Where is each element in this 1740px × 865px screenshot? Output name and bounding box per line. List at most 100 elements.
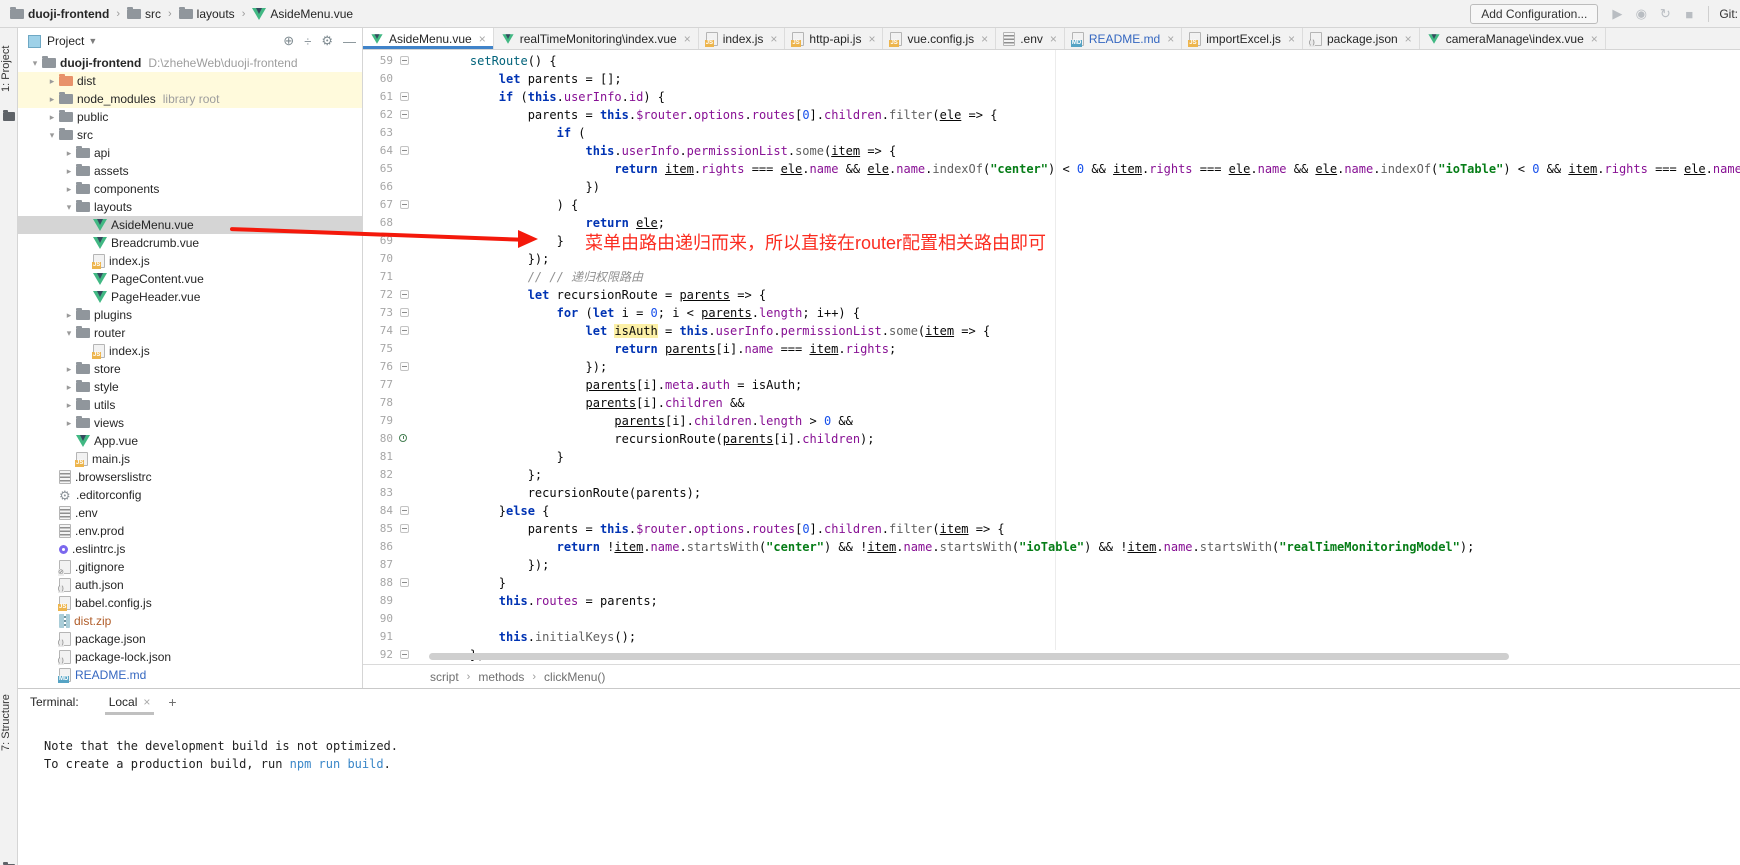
tree-item[interactable]: babel.config.js — [18, 594, 362, 612]
terminal-output[interactable]: Note that the development build is not o… — [18, 715, 1740, 773]
tree-item[interactable]: ▾router — [18, 324, 362, 342]
tree-item[interactable]: Breadcrumb.vue — [18, 234, 362, 252]
hide-panel-icon[interactable]: — — [343, 34, 356, 49]
tree-item[interactable]: index.js — [18, 342, 362, 360]
fold-toggle-icon[interactable] — [400, 506, 409, 515]
chevron-down-icon[interactable]: ▾ — [28, 58, 42, 69]
git-label[interactable]: Git: — [1719, 7, 1740, 21]
fold-toggle-icon[interactable] — [400, 146, 409, 155]
terminal-tab-local[interactable]: Local × — [105, 689, 155, 715]
tree-item[interactable]: dist.zip — [18, 612, 362, 630]
editor-tab[interactable]: AsideMenu.vue× — [363, 28, 494, 49]
settings-gear-icon[interactable]: ⚙ — [321, 33, 333, 49]
tree-item[interactable]: .gitignore — [18, 558, 362, 576]
editor-tab[interactable]: .env× — [996, 28, 1065, 49]
chevron-right-icon[interactable]: ▸ — [62, 418, 76, 429]
chevron-down-icon[interactable]: ▼ — [88, 36, 97, 46]
close-icon[interactable]: × — [1288, 32, 1295, 46]
horizontal-scrollbar[interactable] — [429, 653, 1509, 660]
chevron-down-icon[interactable]: ▾ — [62, 202, 76, 213]
tree-item[interactable]: ▸node_moduleslibrary root — [18, 90, 362, 108]
close-icon[interactable]: × — [1050, 32, 1057, 46]
chevron-right-icon[interactable]: ▸ — [62, 310, 76, 321]
tree-item[interactable]: ▾layouts — [18, 198, 362, 216]
editor-tab[interactable]: importExcel.js× — [1182, 28, 1303, 49]
editor-breadcrumb-item[interactable]: script — [428, 670, 461, 684]
chevron-right-icon[interactable]: ▸ — [62, 382, 76, 393]
run-icon[interactable]: ▶ — [1608, 6, 1626, 22]
tree-item[interactable]: ▸style — [18, 378, 362, 396]
chevron-right-icon[interactable]: ▸ — [62, 148, 76, 159]
editor-tab[interactable]: cameraManage\index.vue× — [1420, 28, 1606, 49]
fold-toggle-icon[interactable] — [400, 200, 409, 209]
fold-toggle-icon[interactable] — [400, 308, 409, 317]
collapse-all-icon[interactable]: ÷ — [304, 34, 311, 49]
locate-icon[interactable]: ⊕ — [283, 33, 294, 49]
chevron-right-icon[interactable]: ▸ — [62, 364, 76, 375]
tree-item[interactable]: ▸assets — [18, 162, 362, 180]
tree-item[interactable]: auth.json — [18, 576, 362, 594]
editor-tab[interactable]: realTimeMonitoring\index.vue× — [494, 28, 699, 49]
fold-toggle-icon[interactable] — [400, 110, 409, 119]
tree-item[interactable]: .env — [18, 504, 362, 522]
close-icon[interactable]: × — [1167, 32, 1174, 46]
tree-item[interactable]: PageContent.vue — [18, 270, 362, 288]
tree-item[interactable]: App.vue — [18, 432, 362, 450]
close-icon[interactable]: × — [479, 32, 486, 46]
tree-item[interactable]: package-lock.json — [18, 648, 362, 666]
tree-item[interactable]: ▸public — [18, 108, 362, 126]
fold-toggle-icon[interactable] — [400, 650, 409, 659]
project-toolwindow-button[interactable]: 1: Project — [0, 34, 18, 104]
fold-toggle-icon[interactable] — [400, 290, 409, 299]
chevron-right-icon[interactable]: ▸ — [45, 94, 59, 105]
tree-item[interactable]: README.md — [18, 666, 362, 684]
add-configuration-button[interactable]: Add Configuration... — [1470, 4, 1598, 24]
tree-item[interactable]: package.json — [18, 630, 362, 648]
tree-item[interactable]: .env.prod — [18, 522, 362, 540]
fold-toggle-icon[interactable] — [400, 56, 409, 65]
chevron-down-icon[interactable]: ▾ — [62, 328, 76, 339]
close-icon[interactable]: × — [770, 32, 777, 46]
tree-item[interactable]: PageHeader.vue — [18, 288, 362, 306]
tree-item[interactable]: ⚙.editorconfig — [18, 486, 362, 504]
fold-toggle-icon[interactable] — [400, 524, 409, 533]
tree-item[interactable]: ▸store — [18, 360, 362, 378]
tree-item[interactable]: index.js — [18, 252, 362, 270]
tree-item[interactable]: ▾src — [18, 126, 362, 144]
fold-toggle-icon[interactable] — [400, 92, 409, 101]
close-icon[interactable]: × — [981, 32, 988, 46]
close-icon[interactable]: × — [868, 32, 875, 46]
close-icon[interactable]: × — [1405, 32, 1412, 46]
tree-item[interactable]: ▸plugins — [18, 306, 362, 324]
fold-toggle-icon[interactable] — [400, 362, 409, 371]
stop-icon[interactable]: ■ — [1680, 7, 1698, 22]
close-icon[interactable]: × — [1591, 32, 1598, 46]
fold-toggle-icon[interactable] — [400, 326, 409, 335]
chevron-down-icon[interactable]: ▾ — [45, 130, 59, 141]
chevron-right-icon[interactable]: ▸ — [62, 400, 76, 411]
close-icon[interactable]: × — [143, 695, 150, 709]
new-terminal-button[interactable]: + — [168, 694, 176, 710]
tree-item[interactable]: ▸utils — [18, 396, 362, 414]
editor-tab[interactable]: index.js× — [699, 28, 786, 49]
chevron-right-icon[interactable]: ▸ — [62, 166, 76, 177]
editor-breadcrumb-item[interactable]: methods — [476, 670, 526, 684]
tree-item[interactable]: ▸dist — [18, 72, 362, 90]
fold-toggle-icon[interactable] — [400, 578, 409, 587]
tree-item[interactable]: ▸components — [18, 180, 362, 198]
breadcrumb-item[interactable]: src — [125, 7, 163, 21]
rerun-icon[interactable]: ↻ — [1656, 6, 1674, 22]
project-view-title[interactable]: Project — [47, 34, 84, 48]
tree-item[interactable]: ▸api — [18, 144, 362, 162]
tree-item[interactable]: main.js — [18, 450, 362, 468]
structure-toolwindow-button[interactable]: 7: Structure — [0, 668, 18, 778]
close-icon[interactable]: × — [684, 32, 691, 46]
editor-tab[interactable]: vue.config.js× — [883, 28, 996, 49]
code-editor[interactable]: 59 setRoute() {60 let parents = [];61 if… — [363, 50, 1740, 664]
chevron-right-icon[interactable]: ▸ — [45, 76, 59, 87]
breadcrumb-item[interactable]: AsideMenu.vue — [250, 7, 355, 21]
tree-item[interactable]: ▾duoji-frontendD:\zheheWeb\duoji-fronten… — [18, 54, 362, 72]
tree-item[interactable]: .browserslistrc — [18, 468, 362, 486]
editor-tab[interactable]: http-api.js× — [785, 28, 883, 49]
tree-item[interactable]: .eslintrc.js — [18, 540, 362, 558]
